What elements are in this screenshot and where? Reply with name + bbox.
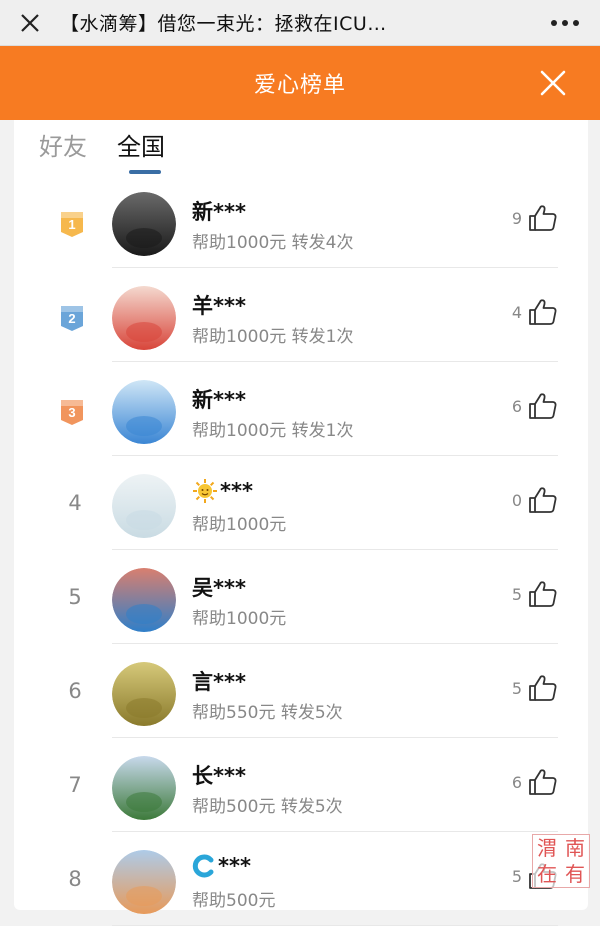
avatar[interactable] [112, 568, 176, 632]
avatar[interactable] [112, 380, 176, 444]
like-count: 5 [511, 584, 522, 604]
rank-medal-icon: 1 [61, 212, 83, 237]
donation-detail: 帮助500元 [192, 891, 276, 911]
modal-title: 爱心榜单 [253, 73, 346, 98]
donor-name: *** [192, 478, 253, 504]
rank-number: 2 [68, 311, 75, 326]
avatar[interactable] [112, 850, 176, 914]
tab-friends-label: 好友 [39, 132, 87, 161]
modal-header: 爱心榜单 [0, 46, 600, 120]
donation-detail: 帮助1000元 [192, 515, 287, 535]
like-count: 4 [511, 302, 522, 322]
like-control[interactable]: 9 [512, 204, 558, 232]
sun-emoji-icon [193, 479, 217, 503]
watermark-char: 南 [565, 836, 585, 860]
donation-detail: 帮助1000元 转发1次 [192, 327, 354, 347]
rank-number: 3 [68, 405, 75, 420]
ranking-row[interactable]: 4 *** 帮助1000元 0 [14, 456, 588, 550]
donor-name-text: *** [218, 854, 251, 878]
like-control[interactable]: 6 [512, 392, 558, 420]
like-count: 0 [511, 490, 522, 510]
ranking-row[interactable]: 3 新*** 帮助1000元 转发1次 6 [14, 362, 588, 456]
rank-medal-icon: 2 [61, 306, 83, 331]
donor-name-text: 吴*** [192, 576, 246, 600]
thumbs-up-icon[interactable] [528, 768, 558, 796]
rank-number: 5 [68, 585, 82, 609]
tab-national[interactable]: 全国 [117, 127, 165, 174]
thumbs-up-icon[interactable] [528, 486, 558, 514]
donation-detail: 帮助1000元 转发4次 [192, 233, 354, 253]
tab-friends[interactable]: 好友 [39, 127, 87, 162]
donation-detail: 帮助1000元 转发1次 [192, 421, 354, 441]
donation-detail: 帮助550元 转发5次 [192, 703, 343, 723]
page-title: 【水滴筹】借您一束光：拯救在ICU… [60, 13, 387, 35]
thumbs-up-icon[interactable] [528, 392, 558, 420]
donation-detail: 帮助1000元 [192, 609, 287, 629]
watermark-char: 渭 [537, 836, 557, 860]
ranking-row[interactable]: 7 长*** 帮助500元 转发5次 6 [14, 738, 588, 832]
ranking-row[interactable]: 6 言*** 帮助550元 转发5次 5 [14, 644, 588, 738]
donor-name: 言*** [192, 666, 246, 696]
c-letter-icon [192, 854, 214, 878]
tab-underline [129, 169, 161, 174]
donor-name-text: 新*** [192, 200, 246, 224]
donation-detail: 帮助500元 转发5次 [192, 797, 343, 817]
rank-number: 8 [68, 867, 82, 891]
avatar[interactable] [112, 192, 176, 256]
watermark-char: 在 [537, 862, 557, 886]
avatar[interactable] [112, 756, 176, 820]
like-control[interactable]: 5 [512, 580, 558, 608]
donor-name: 长*** [192, 760, 246, 790]
like-count: 9 [511, 208, 522, 228]
thumbs-up-icon[interactable] [528, 674, 558, 702]
close-icon[interactable] [0, 0, 60, 46]
ranking-row[interactable]: 5 吴*** 帮助1000元 5 [14, 550, 588, 644]
like-count: 6 [511, 396, 522, 416]
donor-name: 新*** [192, 196, 246, 226]
donor-name-text: 言*** [192, 670, 246, 694]
like-control[interactable]: 5 [512, 674, 558, 702]
ranking-row[interactable]: 8 *** 帮助500元 5 [14, 832, 588, 926]
rank-number: 6 [68, 679, 82, 703]
more-dots-icon[interactable] [530, 0, 600, 46]
tab-national-label: 全国 [117, 132, 165, 161]
rank-number: 1 [68, 217, 75, 232]
like-count: 6 [511, 772, 522, 792]
thumbs-up-icon[interactable] [528, 580, 558, 608]
like-count: 5 [511, 678, 522, 698]
modal-close-icon[interactable] [534, 64, 572, 102]
like-count: 5 [511, 866, 522, 886]
ranking-row[interactable]: 2 羊*** 帮助1000元 转发1次 4 [14, 268, 588, 362]
like-control[interactable]: 4 [512, 298, 558, 326]
avatar[interactable] [112, 286, 176, 350]
rank-number: 7 [68, 773, 82, 797]
ranking-panel: 好友 全国 1 新*** 帮助1000元 转发4次 9 2 羊*** 帮助100… [14, 120, 588, 926]
like-control[interactable]: 6 [512, 768, 558, 796]
avatar[interactable] [112, 474, 176, 538]
thumbs-up-icon[interactable] [528, 204, 558, 232]
donor-name-text: 羊*** [192, 294, 246, 318]
donor-name-text: 新*** [192, 388, 246, 412]
rank-medal-icon: 3 [61, 400, 83, 425]
watermark-seal: 渭 南 在 有 [532, 834, 590, 888]
rank-number: 4 [68, 491, 82, 515]
avatar[interactable] [112, 662, 176, 726]
tab-bar: 好友 全国 [39, 120, 195, 174]
ranking-row[interactable]: 1 新*** 帮助1000元 转发4次 9 [14, 174, 588, 268]
donor-name: 羊*** [192, 290, 246, 320]
donor-name-text: *** [220, 479, 253, 503]
donor-name: *** [192, 854, 251, 878]
donor-name: 新*** [192, 384, 246, 414]
top-bar: 【水滴筹】借您一束光：拯救在ICU… [0, 0, 600, 46]
thumbs-up-icon[interactable] [528, 298, 558, 326]
watermark-char: 有 [565, 862, 585, 886]
like-control[interactable]: 0 [512, 486, 558, 514]
donor-name: 吴*** [192, 572, 246, 602]
donor-name-text: 长*** [192, 764, 246, 788]
